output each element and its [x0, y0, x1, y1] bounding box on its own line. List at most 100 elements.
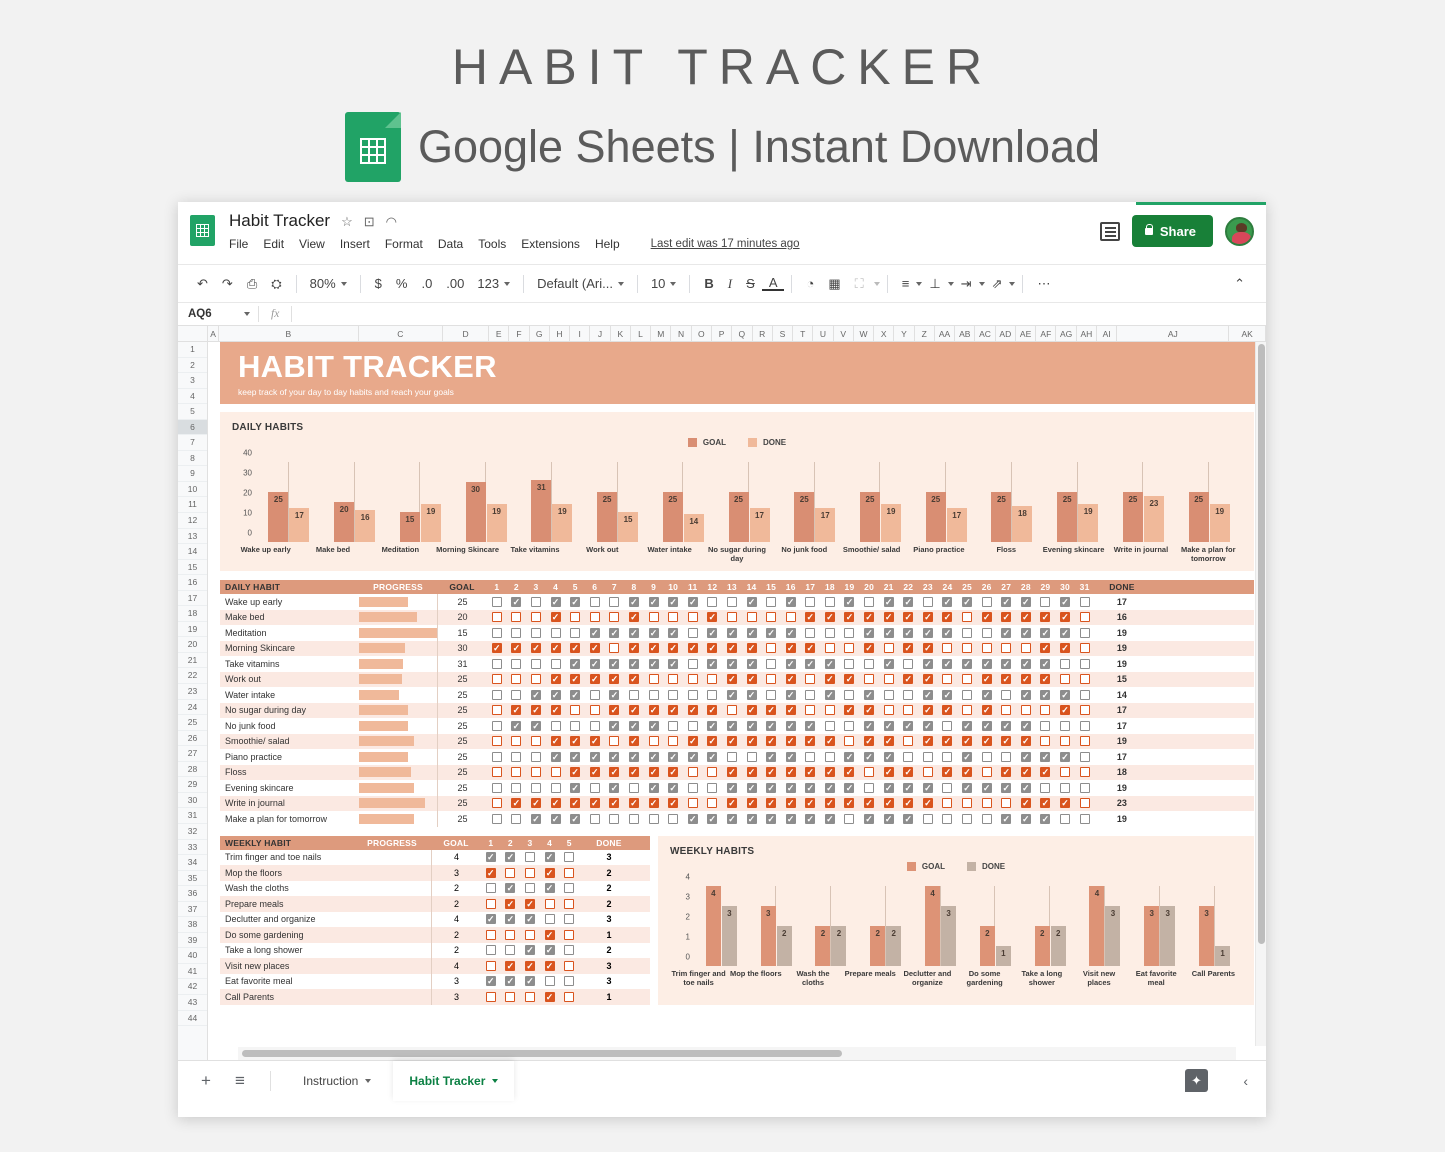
column-header[interactable]: L	[631, 326, 652, 341]
checkbox-cell[interactable]	[1036, 705, 1056, 716]
menu-help[interactable]: Help	[595, 237, 620, 251]
checkbox-cell[interactable]	[605, 612, 625, 623]
checked-checkbox-icon[interactable]	[1020, 595, 1031, 609]
checkbox-cell[interactable]	[879, 643, 899, 654]
horizontal-scrollbar[interactable]	[238, 1047, 1236, 1060]
column-header[interactable]: AF	[1036, 326, 1057, 341]
checked-checkbox-icon[interactable]	[785, 765, 796, 779]
checkbox-cell[interactable]	[761, 734, 781, 748]
checkbox-cell[interactable]	[605, 703, 625, 717]
unchecked-checkbox-icon[interactable]	[1079, 627, 1090, 638]
checkbox-cell[interactable]	[703, 734, 723, 748]
checkbox-cell[interactable]	[781, 812, 801, 826]
checkbox-cell[interactable]	[722, 781, 742, 795]
checkbox-cell[interactable]	[977, 751, 997, 762]
unchecked-checkbox-icon[interactable]	[707, 782, 718, 793]
row-number[interactable]: 39	[178, 933, 207, 949]
checkbox-cell[interactable]	[722, 812, 742, 826]
row-number[interactable]: 20	[178, 637, 207, 653]
checked-checkbox-icon[interactable]	[864, 626, 875, 640]
checkbox-cell[interactable]	[781, 703, 801, 717]
checkbox-cell[interactable]	[859, 610, 879, 624]
increase-decimal-icon[interactable]: .00	[439, 276, 471, 291]
checked-checkbox-icon[interactable]	[805, 812, 816, 826]
table-row[interactable]: Evening skincare2519	[220, 780, 1254, 796]
checked-checkbox-icon[interactable]	[1001, 595, 1012, 609]
checkbox-cell[interactable]	[820, 796, 840, 810]
checkbox-cell[interactable]	[898, 736, 918, 747]
checked-checkbox-icon[interactable]	[485, 974, 496, 988]
checked-checkbox-icon[interactable]	[609, 688, 620, 702]
unchecked-checkbox-icon[interactable]	[1001, 643, 1012, 654]
checkbox-cell[interactable]	[585, 596, 605, 607]
checked-checkbox-icon[interactable]	[726, 796, 737, 810]
menu-insert[interactable]: Insert	[340, 237, 370, 251]
column-header[interactable]: K	[611, 326, 631, 341]
checkbox-cell[interactable]	[722, 612, 742, 623]
checkbox-cell[interactable]	[605, 796, 625, 810]
checkbox-cell[interactable]	[761, 750, 781, 764]
checkbox-cell[interactable]	[761, 643, 781, 654]
checked-checkbox-icon[interactable]	[589, 765, 600, 779]
checkbox-cell[interactable]	[1075, 720, 1095, 731]
checkbox-cell[interactable]	[1016, 781, 1036, 795]
checkbox-cell[interactable]	[624, 689, 644, 700]
row-number[interactable]: 10	[178, 482, 207, 498]
checkbox-cell[interactable]	[722, 796, 742, 810]
unchecked-checkbox-icon[interactable]	[511, 751, 522, 762]
text-color-icon[interactable]: A	[761, 276, 785, 291]
checked-checkbox-icon[interactable]	[570, 750, 581, 764]
checked-checkbox-icon[interactable]	[746, 688, 757, 702]
column-header[interactable]: Q	[732, 326, 753, 341]
checked-checkbox-icon[interactable]	[550, 703, 561, 717]
checkbox-cell[interactable]	[644, 595, 664, 609]
checkbox-cell[interactable]	[938, 610, 958, 624]
checkbox-cell[interactable]	[624, 765, 644, 779]
unchecked-checkbox-icon[interactable]	[942, 798, 953, 809]
table-row[interactable]: Write in journal2523	[220, 795, 1254, 811]
checkbox-cell[interactable]	[996, 719, 1016, 733]
checkbox-cell[interactable]	[585, 626, 605, 640]
checked-checkbox-icon[interactable]	[805, 719, 816, 733]
checkbox-cell[interactable]	[546, 720, 566, 731]
checkbox-cell[interactable]	[540, 914, 560, 925]
checkbox-cell[interactable]	[761, 658, 781, 669]
checkbox-cell[interactable]	[507, 703, 527, 717]
unchecked-checkbox-icon[interactable]	[981, 751, 992, 762]
checkbox-cell[interactable]	[977, 657, 997, 671]
doc-title[interactable]: Habit Tracker	[229, 211, 330, 231]
checked-checkbox-icon[interactable]	[707, 641, 718, 655]
checked-checkbox-icon[interactable]	[1060, 610, 1071, 624]
row-number[interactable]: 1	[178, 342, 207, 358]
unchecked-checkbox-icon[interactable]	[564, 945, 575, 956]
unchecked-checkbox-icon[interactable]	[844, 736, 855, 747]
checkbox-cell[interactable]	[879, 734, 899, 748]
checkbox-cell[interactable]	[487, 705, 507, 716]
unchecked-checkbox-icon[interactable]	[883, 643, 894, 654]
column-header[interactable]: AB	[955, 326, 976, 341]
unchecked-checkbox-icon[interactable]	[981, 596, 992, 607]
checkbox-cell[interactable]	[565, 796, 585, 810]
checked-checkbox-icon[interactable]	[1001, 734, 1012, 748]
checkbox-cell[interactable]	[501, 897, 521, 911]
checkbox-cell[interactable]	[683, 812, 703, 826]
unchecked-checkbox-icon[interactable]	[805, 596, 816, 607]
checked-checkbox-icon[interactable]	[805, 734, 816, 748]
checked-checkbox-icon[interactable]	[746, 765, 757, 779]
checkbox-cell[interactable]	[1016, 812, 1036, 826]
checkbox-cell[interactable]	[526, 596, 546, 607]
unchecked-checkbox-icon[interactable]	[864, 596, 875, 607]
checkbox-cell[interactable]	[663, 612, 683, 623]
checkbox-cell[interactable]	[559, 991, 579, 1002]
checkbox-cell[interactable]	[859, 812, 879, 826]
checkbox-cell[interactable]	[565, 612, 585, 623]
checkbox-cell[interactable]	[742, 641, 762, 655]
checkbox-cell[interactable]	[957, 798, 977, 809]
unchecked-checkbox-icon[interactable]	[524, 867, 535, 878]
checkbox-cell[interactable]	[801, 796, 821, 810]
checkbox-cell[interactable]	[977, 813, 997, 824]
checked-checkbox-icon[interactable]	[609, 796, 620, 810]
checkbox-cell[interactable]	[918, 767, 938, 778]
unchecked-checkbox-icon[interactable]	[766, 643, 777, 654]
checkbox-cell[interactable]	[1016, 595, 1036, 609]
